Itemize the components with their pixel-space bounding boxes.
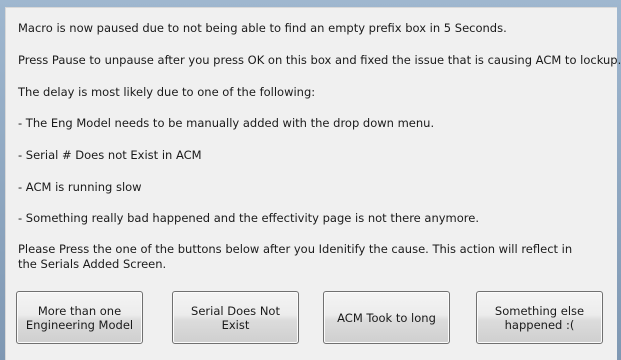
more-than-one-engineering-model-button[interactable]: More than one Engineering Model — [16, 291, 143, 344]
serial-does-not-exist-button[interactable]: Serial Does Not Exist — [172, 291, 299, 344]
dialog-content: Macro is now paused due to not being abl… — [5, 7, 621, 360]
button-row: More than one Engineering Model Serial D… — [6, 291, 617, 346]
dialog-window: Macro is now paused due to not being abl… — [0, 0, 621, 360]
delay-intro: The delay is most likely due to one of t… — [18, 85, 316, 99]
reason-serial-missing: - Serial # Does not Exist in ACM — [18, 148, 202, 162]
reason-acm-slow: - ACM is running slow — [18, 180, 142, 194]
cause-instruction: Please Press the one of the buttons belo… — [18, 242, 573, 271]
something-else-happened-button[interactable]: Something else happened :( — [476, 291, 603, 344]
reason-effectivity-page: - Something really bad happened and the … — [18, 211, 479, 225]
acm-took-too-long-button[interactable]: ACM Took to long — [323, 291, 450, 344]
reason-eng-model: - The Eng Model needs to be manually add… — [18, 116, 435, 130]
paused-message: Macro is now paused due to not being abl… — [18, 21, 507, 35]
unpause-instruction: Press Pause to unpause after you press O… — [18, 53, 621, 67]
